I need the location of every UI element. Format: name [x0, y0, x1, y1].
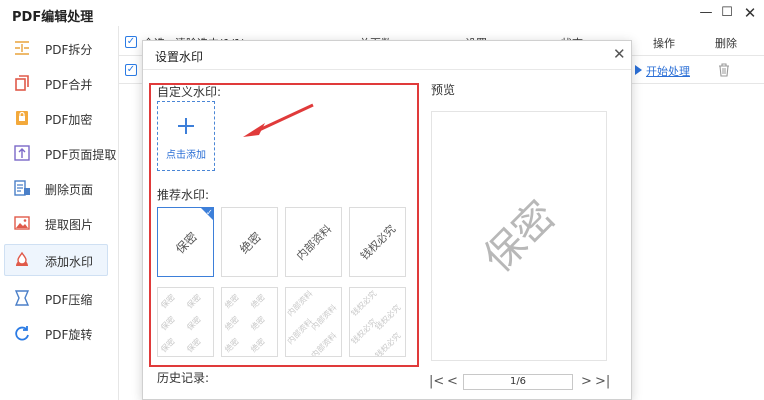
watermark-option-text: 钱权必究	[357, 222, 399, 263]
sidebar-item-label: PDF合并	[45, 78, 93, 92]
sidebar-item-extract-images[interactable]: 提取图片	[4, 207, 108, 239]
sidebar-item-label: 删除页面	[45, 183, 94, 197]
tile-text: 绝密	[249, 314, 267, 333]
add-watermark-button[interactable]: 点击添加	[157, 101, 215, 171]
tile-text: 保密	[185, 314, 203, 333]
sidebar-item-delete-pages[interactable]: 删除页面	[4, 172, 108, 204]
tile-text: 钱权必究	[373, 331, 403, 357]
lock-icon	[16, 111, 28, 125]
tile-pattern: 钱权必究 钱权必究 钱权必究 钱权必究	[349, 288, 405, 357]
extract-page-icon	[14, 145, 30, 161]
sidebar-item-label: PDF页面提取	[45, 148, 117, 162]
tile-text: 保密	[159, 292, 177, 311]
split-icon	[15, 41, 29, 55]
tile-text: 钱权必究	[349, 317, 379, 346]
tile-text: 绝密	[249, 336, 267, 355]
tile-text: 绝密	[223, 336, 241, 355]
watermark-option-text: 内部资料	[293, 222, 335, 263]
tile-text: 内部资料	[285, 289, 315, 318]
watermark-icon	[16, 251, 28, 266]
sidebar-item-split[interactable]: PDF拆分	[4, 32, 108, 64]
dialog-title: 设置水印	[155, 50, 204, 64]
rotate-icon	[15, 326, 29, 341]
tile-pattern: 内部资料 内部资料 内部资料 内部资料	[285, 288, 341, 357]
tile-text: 内部资料	[285, 317, 315, 346]
sidebar-item-merge[interactable]: PDF合并	[4, 67, 108, 99]
tile-text: 保密	[159, 314, 177, 333]
tile-text: 钱权必究	[349, 289, 379, 318]
tile-text: 保密	[185, 336, 203, 355]
tile-text: 绝密	[249, 292, 267, 311]
sidebar-item-label: PDF旋转	[45, 328, 93, 342]
header-delete: 删除	[715, 37, 737, 50]
tile-text: 绝密	[223, 292, 241, 311]
start-process-link[interactable]: 开始处理	[635, 63, 690, 79]
watermark-option-top-secret[interactable]: 绝密	[221, 207, 278, 277]
annotation-arrow-icon	[243, 103, 314, 137]
header-action: 操作	[653, 37, 675, 50]
tiled-watermark-option-internal[interactable]: 内部资料 内部资料 内部资料 内部资料	[285, 287, 342, 357]
start-process-label: 开始处理	[646, 65, 690, 78]
sidebar-item-watermark[interactable]: 添加水印	[4, 244, 108, 276]
tile-text: 保密	[159, 336, 177, 355]
check-icon: ✓	[206, 208, 213, 217]
tiled-watermark-option-copyright[interactable]: 钱权必究 钱权必究 钱权必究 钱权必究	[349, 287, 406, 357]
preview-label: 预览	[431, 83, 456, 97]
trash-icon[interactable]	[717, 62, 731, 78]
tile-text: 绝密	[223, 314, 241, 333]
dialog-divider	[143, 69, 631, 70]
page-number-field[interactable]: 1/6	[463, 374, 573, 390]
tile-pattern: 保密 保密 保密 保密 保密 保密	[158, 288, 213, 356]
first-page-button[interactable]: |<	[429, 374, 444, 389]
app-title: PDF编辑处理	[12, 10, 94, 25]
plus-icon	[178, 118, 194, 134]
sidebar-item-rotate[interactable]: PDF旋转	[4, 317, 108, 349]
last-page-button[interactable]: >|	[595, 374, 610, 389]
sidebar-item-label: PDF压缩	[45, 293, 93, 307]
watermark-option-internal[interactable]: 内部资料	[285, 207, 342, 277]
preview-pager: |< < 1/6 > >|	[427, 373, 611, 393]
recommended-watermark-label: 推荐水印:	[157, 188, 210, 202]
add-watermark-label: 点击添加	[166, 150, 206, 161]
prev-page-button[interactable]: <	[447, 374, 458, 389]
row-checkbox[interactable]: ✓	[125, 64, 137, 76]
dialog-close-button[interactable]: ✕	[613, 45, 626, 63]
tile-text: 保密	[185, 292, 203, 311]
sidebar: PDF拆分 PDF合并 PDF加密 PDF页面提取 删除页面 提取图片 添加水印	[0, 30, 116, 400]
tiled-watermark-option-top-secret[interactable]: 绝密 绝密 绝密 绝密 绝密 绝密	[221, 287, 278, 357]
tile-text: 内部资料	[309, 331, 339, 357]
sidebar-item-encrypt[interactable]: PDF加密	[4, 102, 108, 134]
watermark-option-confidential[interactable]: 保密 ✓	[157, 207, 214, 277]
sidebar-item-extract-pages[interactable]: PDF页面提取	[4, 137, 116, 169]
compress-icon	[14, 290, 30, 306]
tile-text: 内部资料	[309, 303, 339, 332]
tile-pattern: 绝密 绝密 绝密 绝密 绝密 绝密	[222, 288, 277, 356]
select-all-checkbox[interactable]: ✓	[125, 36, 137, 48]
preview-panel: 保密	[431, 111, 607, 361]
next-page-button[interactable]: >	[581, 374, 592, 389]
maximize-button[interactable]: ☐	[718, 4, 736, 22]
preview-watermark-text: 保密	[475, 192, 565, 282]
sidebar-item-label: 添加水印	[45, 255, 94, 269]
watermark-option-copyright[interactable]: 钱权必究	[349, 207, 406, 277]
history-label: 历史记录:	[157, 371, 210, 385]
delete-page-icon	[14, 180, 30, 196]
play-icon	[635, 65, 642, 75]
watermark-option-text: 绝密	[237, 229, 264, 257]
sidebar-item-compress[interactable]: PDF压缩	[4, 282, 108, 314]
custom-watermark-label: 自定义水印:	[157, 85, 222, 99]
app-window: PDF编辑处理 — ☐ ✕ PDF拆分 PDF合并 PDF加密 PDF页面提取 …	[0, 0, 764, 400]
sidebar-item-label: PDF加密	[45, 113, 93, 127]
sidebar-item-label: 提取图片	[45, 218, 94, 232]
close-window-button[interactable]: ✕	[741, 4, 759, 22]
merge-icon	[15, 75, 29, 91]
title-bar: PDF编辑处理 — ☐ ✕	[0, 0, 764, 26]
tiled-watermark-option-confidential[interactable]: 保密 保密 保密 保密 保密 保密	[157, 287, 214, 357]
minimize-button[interactable]: —	[697, 4, 715, 22]
image-icon	[14, 216, 30, 230]
sidebar-item-label: PDF拆分	[45, 43, 93, 57]
watermark-dialog: 设置水印 ✕ 自定义水印: 点击添加 推荐水印: 保密 ✓ 绝密 内部资料 钱权…	[142, 40, 632, 400]
tile-text: 钱权必究	[373, 303, 403, 332]
